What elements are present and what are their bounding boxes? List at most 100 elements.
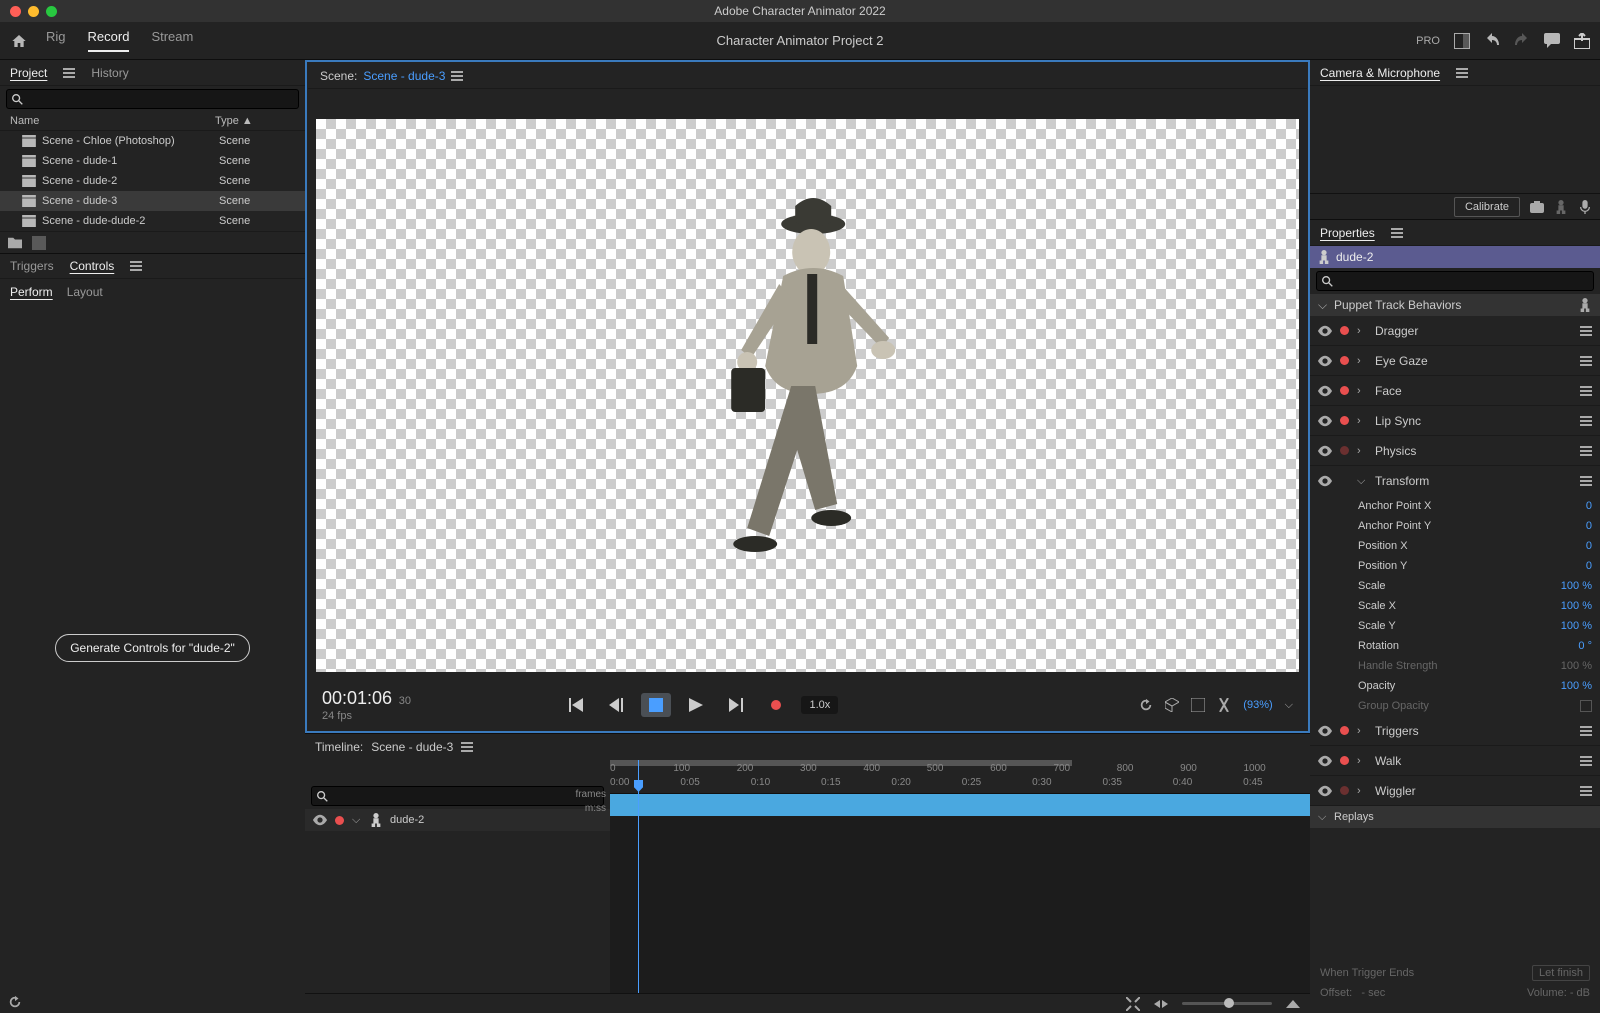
property-value[interactable]: 100 % <box>1561 580 1592 592</box>
behavior-row[interactable]: › Wiggler <box>1310 776 1600 806</box>
project-search[interactable] <box>6 89 299 109</box>
chevron-down-icon[interactable]: ⌵ <box>1357 475 1367 488</box>
stop-button[interactable] <box>641 693 671 717</box>
eye-icon[interactable] <box>1318 475 1332 487</box>
arm-record-icon[interactable] <box>1340 416 1349 425</box>
chevron-right-icon[interactable]: › <box>1357 325 1367 337</box>
puppet-track-behaviors-header[interactable]: ⌵Puppet Track Behaviors <box>1310 294 1600 316</box>
generate-controls-button[interactable]: Generate Controls for "dude-2" <box>55 634 250 662</box>
close-window[interactable] <box>10 6 21 17</box>
viewport-canvas[interactable] <box>316 119 1299 672</box>
eye-icon[interactable] <box>1318 325 1332 337</box>
playback-speed[interactable]: 1.0x <box>801 696 838 714</box>
eye-icon[interactable] <box>1318 725 1332 737</box>
behavior-row[interactable]: › Physics <box>1310 436 1600 466</box>
arm-record-icon[interactable] <box>1340 726 1349 735</box>
feedback-icon[interactable] <box>1544 33 1560 49</box>
playhead[interactable] <box>638 760 639 993</box>
tab-controls[interactable]: Controls <box>70 259 115 273</box>
microphone-icon[interactable] <box>1578 200 1592 214</box>
behavior-menu-icon[interactable] <box>1580 756 1592 766</box>
eye-icon[interactable] <box>1318 785 1332 797</box>
property-value[interactable]: 0 <box>1586 520 1592 532</box>
play-button[interactable] <box>681 693 711 717</box>
behavior-transform[interactable]: ⌵ Transform <box>1310 466 1600 496</box>
properties-search[interactable] <box>1316 271 1594 291</box>
tab-project[interactable]: Project <box>10 66 47 80</box>
eye-icon[interactable] <box>1318 385 1332 397</box>
timecode[interactable]: 00:01:06 <box>322 688 392 708</box>
scene-name[interactable]: Scene - dude-3 <box>363 69 445 83</box>
new-folder-icon[interactable] <box>8 236 22 250</box>
zoom-out-icon[interactable] <box>1154 997 1168 1011</box>
arm-record-icon[interactable] <box>1340 786 1349 795</box>
tab-properties[interactable]: Properties <box>1320 226 1375 240</box>
go-to-start-button[interactable] <box>561 693 591 717</box>
new-item-icon[interactable] <box>32 236 46 250</box>
timeline-ruler[interactable]: 010020030040050060070080090010000:000:05… <box>610 760 1310 794</box>
eye-icon[interactable] <box>1318 445 1332 457</box>
controls-menu-icon[interactable] <box>130 261 142 271</box>
properties-menu-icon[interactable] <box>1391 228 1403 238</box>
behavior-row[interactable]: › Eye Gaze <box>1310 346 1600 376</box>
when-trigger-select[interactable]: Let finish <box>1532 965 1590 981</box>
chevron-right-icon[interactable]: › <box>1357 755 1367 767</box>
chevron-right-icon[interactable]: › <box>1357 385 1367 397</box>
arm-record-icon[interactable] <box>1340 326 1349 335</box>
track-visibility-icon[interactable] <box>313 814 327 826</box>
chevron-right-icon[interactable]: › <box>1357 415 1367 427</box>
mode-record[interactable]: Record <box>88 29 130 52</box>
scene-menu-icon[interactable] <box>451 71 463 81</box>
behavior-menu-icon[interactable] <box>1580 476 1592 486</box>
snap-icon[interactable] <box>1191 698 1205 712</box>
home-icon[interactable] <box>10 33 28 49</box>
project-item[interactable]: Scene - dude-1Scene <box>0 151 305 171</box>
chevron-right-icon[interactable]: › <box>1357 445 1367 457</box>
tab-triggers[interactable]: Triggers <box>10 259 54 273</box>
behavior-menu-icon[interactable] <box>1580 726 1592 736</box>
property-value[interactable]: 100 % <box>1561 680 1592 692</box>
arm-record-icon[interactable] <box>1340 756 1349 765</box>
maximize-window[interactable] <box>46 6 57 17</box>
refresh-icon[interactable] <box>8 995 22 1009</box>
zoom-in-icon[interactable] <box>1286 997 1300 1011</box>
project-item[interactable]: Scene - dude-3Scene <box>0 191 305 211</box>
project-item[interactable]: Scene - dude-dude-2Scene <box>0 211 305 231</box>
behavior-menu-icon[interactable] <box>1580 356 1592 366</box>
3d-icon[interactable] <box>1165 698 1179 712</box>
cycle-icon[interactable] <box>1139 698 1153 712</box>
step-back-button[interactable] <box>601 693 631 717</box>
property-value[interactable]: 100 % <box>1561 620 1592 632</box>
mode-stream[interactable]: Stream <box>151 29 193 52</box>
behavior-row[interactable]: › Dragger <box>1310 316 1600 346</box>
add-behavior-icon[interactable] <box>1578 298 1592 312</box>
redo-icon[interactable] <box>1514 33 1530 49</box>
eye-icon[interactable] <box>1318 355 1332 367</box>
camera-icon[interactable] <box>1530 200 1544 214</box>
calibrate-button[interactable]: Calibrate <box>1454 197 1520 217</box>
col-name[interactable]: Name <box>10 115 215 127</box>
behavior-menu-icon[interactable] <box>1580 326 1592 336</box>
behavior-row[interactable]: › Walk <box>1310 746 1600 776</box>
property-value[interactable]: 0 <box>1586 560 1592 572</box>
timeline-clip[interactable] <box>610 794 1310 816</box>
viewport-zoom[interactable]: (93%) <box>1243 699 1272 711</box>
timeline-search[interactable] <box>311 786 604 806</box>
behavior-menu-icon[interactable] <box>1580 786 1592 796</box>
minimize-window[interactable] <box>28 6 39 17</box>
property-value[interactable]: 0 ° <box>1578 640 1592 652</box>
chevron-right-icon[interactable]: › <box>1357 725 1367 737</box>
behavior-menu-icon[interactable] <box>1580 386 1592 396</box>
share-icon[interactable] <box>1574 33 1590 49</box>
project-item[interactable]: Scene - Chloe (Photoshop)Scene <box>0 131 305 151</box>
behavior-row[interactable]: › Lip Sync <box>1310 406 1600 436</box>
project-item[interactable]: Scene - dude-2Scene <box>0 171 305 191</box>
camera-menu-icon[interactable] <box>1456 68 1468 78</box>
checkbox[interactable] <box>1580 700 1592 712</box>
behavior-menu-icon[interactable] <box>1580 446 1592 456</box>
track-expand-icon[interactable]: ⌵ <box>352 814 362 827</box>
arm-record-icon[interactable] <box>1340 386 1349 395</box>
chevron-right-icon[interactable]: › <box>1357 355 1367 367</box>
undo-icon[interactable] <box>1484 33 1500 49</box>
zoom-dropdown-icon[interactable]: ⌵ <box>1285 699 1293 712</box>
